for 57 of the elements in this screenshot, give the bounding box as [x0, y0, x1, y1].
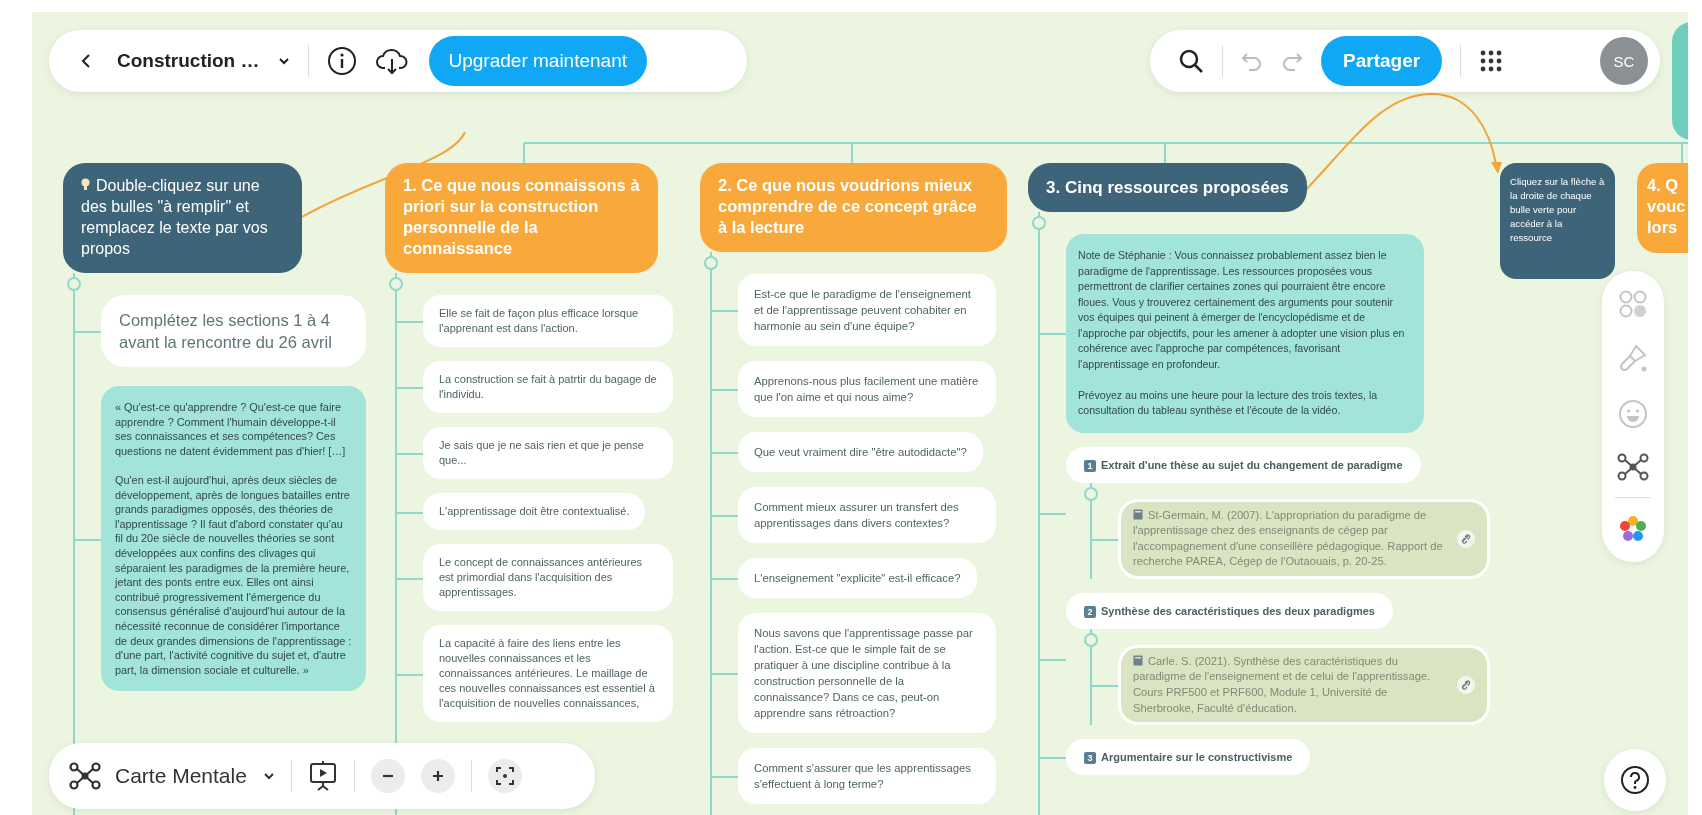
collapse-toggle[interactable] [1084, 632, 1098, 647]
collapse-toggle[interactable] [704, 256, 718, 270]
hint-note[interactable]: Cliquez sur la flèche à la droite de chaque bulle verte pour accéder à la ressource [1500, 163, 1615, 279]
subtopic-node[interactable]: Complétez les sections 1 à 4 avant la rencontre du 26 avril [101, 295, 366, 367]
fit-to-screen-button[interactable] [487, 759, 522, 793]
subtopic-node[interactable]: Le concept de connaissances antérieures est primordial dans l'acquisition des apprentissages. [423, 544, 673, 611]
number-badge: 1 [1084, 459, 1096, 472]
presentation-icon[interactable] [307, 760, 338, 792]
document-icon [1133, 654, 1143, 666]
collapse-toggle[interactable] [67, 277, 81, 291]
help-icon [1620, 765, 1650, 795]
subtopic-node[interactable]: L'enseignement "explicite" est-il efficace? [738, 558, 977, 598]
subtopic-node[interactable]: Comment mieux assurer un transfert des apprentissages dans divers contextes? [738, 487, 996, 543]
info-icon[interactable] [326, 46, 357, 76]
lightbulb-icon [81, 178, 90, 192]
resource-node[interactable]: 2 Synthèse des caractéristiques des deux paradigmes [1066, 592, 1393, 629]
subtopic-node[interactable]: Nous savons que l'apprentissage passe par l'action. Est-ce que le simple fait de se pratiquer à une discipline contribue à la construction personnelle de la connaissance? Dans ce cas, peut-on apprendre sans rétroaction? [738, 613, 996, 733]
reference-text: Carle. S. (2021). Synthèse des caractéristiques du paradigme de l'enseignement et de celui de l'apprentissage. Cours PRF500 et PRF600, Module 1, Université de Sherbrooke, Faculté d'éducation. [1133, 653, 1432, 716]
back-icon[interactable] [81, 53, 91, 69]
note-node[interactable]: « Qu'est-ce qu'apprendre ? Qu'est-ce que faire apprendre ? Comment l'humain développe-t-il ses connaissances et ses compétences? Ces questions ne datent évidemment pas d'hier! […] Qu'en est-il aujourd'hui, après deux siècles de développement, après de longues batailles entre grands paradigmes opposés, des théories de l'apprentissage ? Il faut d'abord constater qu'au fil du 20e siècle de nouvelles théories se sont développées aux confins des clivages qui séparaient les paradigmes de la première heure, jetant des ponts entre eux. Elles ont ainsi contribué progressivement l'émergence du consensus généralisé d'aujourd'hui autour de la nécessité reconnue de considérer l'importance de deux grandes dimensions de l'apprentissage : d'une part, l'activité cognitive du sujet et, d'autre part, la dimension sociale et culturelle. » [101, 386, 366, 692]
collapse-toggle[interactable] [1084, 486, 1098, 501]
subtopic-node[interactable]: L'apprentissage doit être contextualisé. [423, 493, 646, 530]
zoom-in-button[interactable] [420, 759, 455, 793]
plus-icon [430, 769, 445, 783]
number-badge: 3 [1084, 752, 1096, 765]
collapse-toggle[interactable] [1032, 216, 1046, 230]
subtopic-node[interactable]: Que veut vraiment dire "être autodidacte"? [738, 432, 983, 472]
caret-icon[interactable] [277, 57, 290, 65]
resource-node[interactable]: 3 Argumentaire sur le constructivisme [1066, 739, 1311, 776]
cloud-download-icon[interactable] [374, 46, 409, 76]
subtopic-node[interactable]: La construction se fait à patrtir du bagage de l'individu. [423, 361, 673, 413]
subtopic-node[interactable]: Elle se fait de façon plus efficace lorsque l'apprenant est dans l'action. [423, 295, 673, 347]
apps-grid-icon[interactable] [1479, 49, 1504, 73]
search-icon[interactable] [1178, 48, 1204, 74]
number-badge: 2 [1084, 605, 1096, 618]
note-node[interactable]: Note de Stéphanie : Vous connaissez probablement assez bien le paradigme de l'apprentissage. Les ressources proposées vous permettront de clarifier certaines zones qui pourraient être encore floues. Vous y trouverez certainement des arguments pour soutenir vos équipes qui peinent à émerger de l'encyclopédisme et de l'approche par objectifs, pour les amener à adopter une vision plus en cohérence avec l'approche par compétences, favorisant l'apprentissage en profondeur. Prévoyez au moins une heure pour la lecture des trois textes, la consultation du tableau synthèse et l'écoute de la vidéo. [1066, 234, 1424, 433]
focus-icon [495, 767, 514, 785]
topic-node[interactable]: 3. Cinq ressources proposées [1028, 163, 1307, 212]
subtopic-node[interactable]: La capacité à faire des liens entre les nouvelles connaissances et les connaissances antérieures. Le maillage de ces nouvelles connaissances est essentiel à l'acquisition de nouvelles connaissances, [423, 625, 673, 722]
caret-icon[interactable] [262, 772, 275, 780]
reference-text: St-Germain, M. (2007). L'appropriation du paradigme de l'apprentissage chez des enseignants de cégep par l'accompagnement d'une conseillère pédagogique. Rapport de recherche PAREA, Cégep de l'Outaouais, p. 20-25. [1133, 507, 1444, 570]
mind-map-icon[interactable] [1617, 453, 1649, 481]
link-icon[interactable] [1457, 529, 1475, 548]
color-palette-icon[interactable] [1618, 514, 1648, 544]
subtopic-node[interactable]: Est-ce que le paradigme de l'enseignement et de l'apprentissage peuvent cohabiter en harmonie au sein d'une équipe? [738, 274, 996, 346]
map-type-selector[interactable]: Carte Mentale [115, 764, 247, 788]
collapse-toggle[interactable] [389, 277, 403, 291]
map-title[interactable]: Construction … [117, 50, 260, 72]
resource-node[interactable]: 1 Extrait d'une thèse au sujet du changement de paradigme [1066, 446, 1421, 483]
topic-node[interactable]: Double-cliquez sur une des bulles "à remplir" et remplacez le texte par vos propos [63, 163, 302, 273]
subtopic-node[interactable]: Je sais que je ne sais rien et que je pense que... [423, 427, 673, 479]
subtopic-node[interactable]: Apprenons-nous plus facilement une matière que l'on aime et qui nous aime? [738, 361, 996, 417]
link-icon[interactable] [1457, 676, 1475, 695]
document-icon [1133, 508, 1143, 520]
reference-node[interactable] [1118, 498, 1490, 579]
subtopic-node[interactable]: Comment s'assurer que les apprentissages s'effectuent à long terme? [738, 748, 996, 804]
mind-map-icon[interactable] [69, 762, 101, 790]
